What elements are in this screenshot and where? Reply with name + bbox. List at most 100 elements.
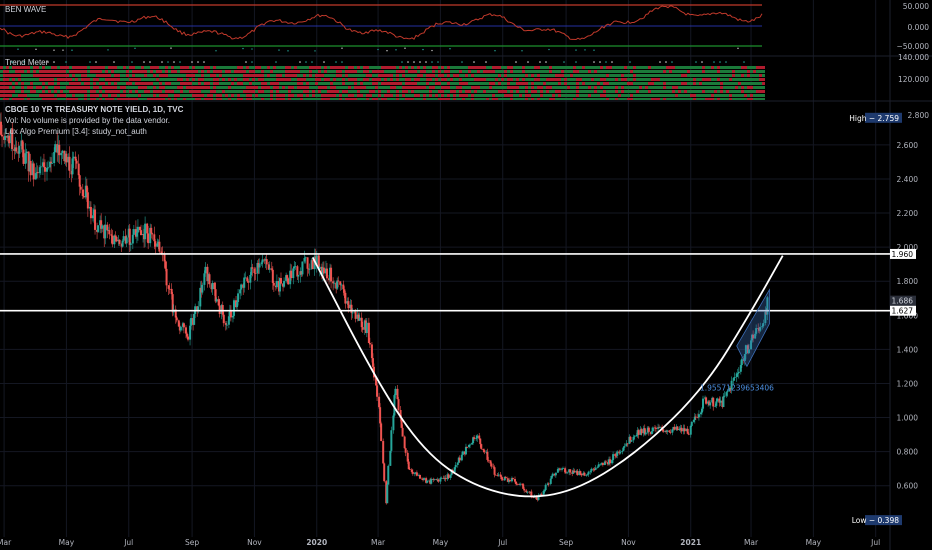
trend-cell — [549, 98, 552, 100]
trend-cell — [702, 94, 705, 97]
candle-body — [482, 448, 485, 451]
candle-body — [138, 226, 141, 231]
trend-cell — [642, 74, 645, 77]
trend-cell — [597, 82, 600, 85]
drawing-layer[interactable]: 1.95571239653406 — [0, 253, 890, 498]
trend-cell — [744, 74, 747, 77]
trend-signal-dot — [203, 61, 205, 63]
trend-cell — [24, 78, 27, 81]
trend-cell — [594, 66, 597, 69]
trend-cell — [336, 66, 339, 69]
trend-cell — [735, 78, 738, 81]
price-chart[interactable]: 1.95571239653406 50.0000.000−50.000140.0… — [0, 0, 932, 550]
candle-body — [626, 443, 629, 445]
trend-cell — [9, 94, 12, 97]
trend-cell — [228, 78, 231, 81]
trend-cell — [498, 74, 501, 77]
trend-cell — [288, 82, 291, 85]
trend-cell — [471, 90, 474, 93]
trend-cell — [108, 90, 111, 93]
trend-cell — [234, 94, 237, 97]
trend-cell — [630, 94, 633, 97]
trend-cell — [420, 94, 423, 97]
trend-cell — [735, 86, 738, 89]
trend-cell — [249, 66, 252, 69]
price-axis-label: 2.600 — [897, 141, 919, 150]
trend-cell — [234, 98, 237, 100]
trend-cell — [183, 90, 186, 93]
candle-body — [114, 235, 117, 237]
trend-cell — [354, 86, 357, 89]
trend-cell — [384, 86, 387, 89]
trend-cell — [156, 86, 159, 89]
trend-cell — [378, 78, 381, 81]
trend-cell — [372, 66, 375, 69]
trend-cell — [444, 70, 447, 73]
trend-cell — [684, 66, 687, 69]
trend-cell — [606, 82, 609, 85]
candle-body — [650, 431, 653, 435]
trend-cell — [558, 70, 561, 73]
trend-cell — [243, 98, 246, 100]
trend-cell — [489, 90, 492, 93]
trend-cell — [318, 90, 321, 93]
trend-cell — [741, 90, 744, 93]
symbol-title[interactable]: CBOE 10 YR TREASURY NOTE YIELD, 1D, TVC — [5, 105, 183, 115]
trend-cell — [189, 70, 192, 73]
trend-cell — [462, 86, 465, 89]
time-axis-label: Nov — [247, 538, 262, 547]
trend-cell — [549, 86, 552, 89]
trend-cell — [288, 94, 291, 97]
trend-cell — [153, 74, 156, 77]
trend-cell — [597, 78, 600, 81]
trend-signal-dot — [65, 61, 67, 63]
trend-cell — [516, 78, 519, 81]
trend-cell — [141, 90, 144, 93]
trend-cell — [384, 70, 387, 73]
trend-cell — [174, 98, 177, 100]
trend-cell — [387, 90, 390, 93]
trend-cell — [378, 86, 381, 89]
trend-cell — [45, 74, 48, 77]
candle-body — [197, 306, 200, 311]
trend-cell — [207, 66, 210, 69]
wave-signal-dot — [593, 49, 595, 51]
trend-cell — [198, 98, 201, 100]
candle-body — [410, 469, 413, 472]
candle-body — [669, 431, 672, 433]
lux-algo-status[interactable]: Lux Algo Premium [3.4]: study_not_auth — [5, 127, 147, 137]
trend-cell — [534, 94, 537, 97]
trend-cell — [261, 82, 264, 85]
candle-body — [193, 313, 196, 325]
trend-cell — [654, 94, 657, 97]
trend-cell — [357, 74, 360, 77]
trend-cell — [129, 70, 132, 73]
trend-cell — [243, 78, 246, 81]
trend-cell — [117, 66, 120, 69]
trend-meter-title[interactable]: Trend Meter — [5, 58, 48, 68]
trend-cell — [648, 66, 651, 69]
trend-cell — [12, 70, 15, 73]
trend-cell — [672, 94, 675, 97]
trend-cell — [717, 94, 720, 97]
trend-cell — [60, 94, 63, 97]
trend-cell — [300, 98, 303, 100]
trend-cell — [594, 94, 597, 97]
trend-cell — [543, 98, 546, 100]
trend-cell — [12, 98, 15, 100]
trend-cell — [303, 94, 306, 97]
candle-body — [739, 365, 742, 372]
chart-window[interactable]: 1.95571239653406 50.000 0.000 −50.000 140.0… — [0, 0, 932, 550]
trend-cell — [429, 78, 432, 81]
candle-body — [494, 474, 497, 476]
price-axis[interactable]: 50.0000.000−50.000140.000120.0002.8002.6… — [849, 2, 929, 526]
candle-body — [75, 160, 78, 164]
ben-wave-title[interactable]: BEN WAVE — [5, 5, 46, 15]
trend-cell — [639, 74, 642, 77]
time-axis[interactable]: Mar May Jul Sep Nov 2020 Mar May Jul Sep Nov 2021 Ma… — [0, 538, 880, 547]
candle-body — [637, 430, 640, 435]
time-axis-label: 2021 — [680, 538, 701, 547]
trend-cell — [735, 66, 738, 69]
trend-cell — [624, 98, 627, 100]
trend-cell — [525, 78, 528, 81]
